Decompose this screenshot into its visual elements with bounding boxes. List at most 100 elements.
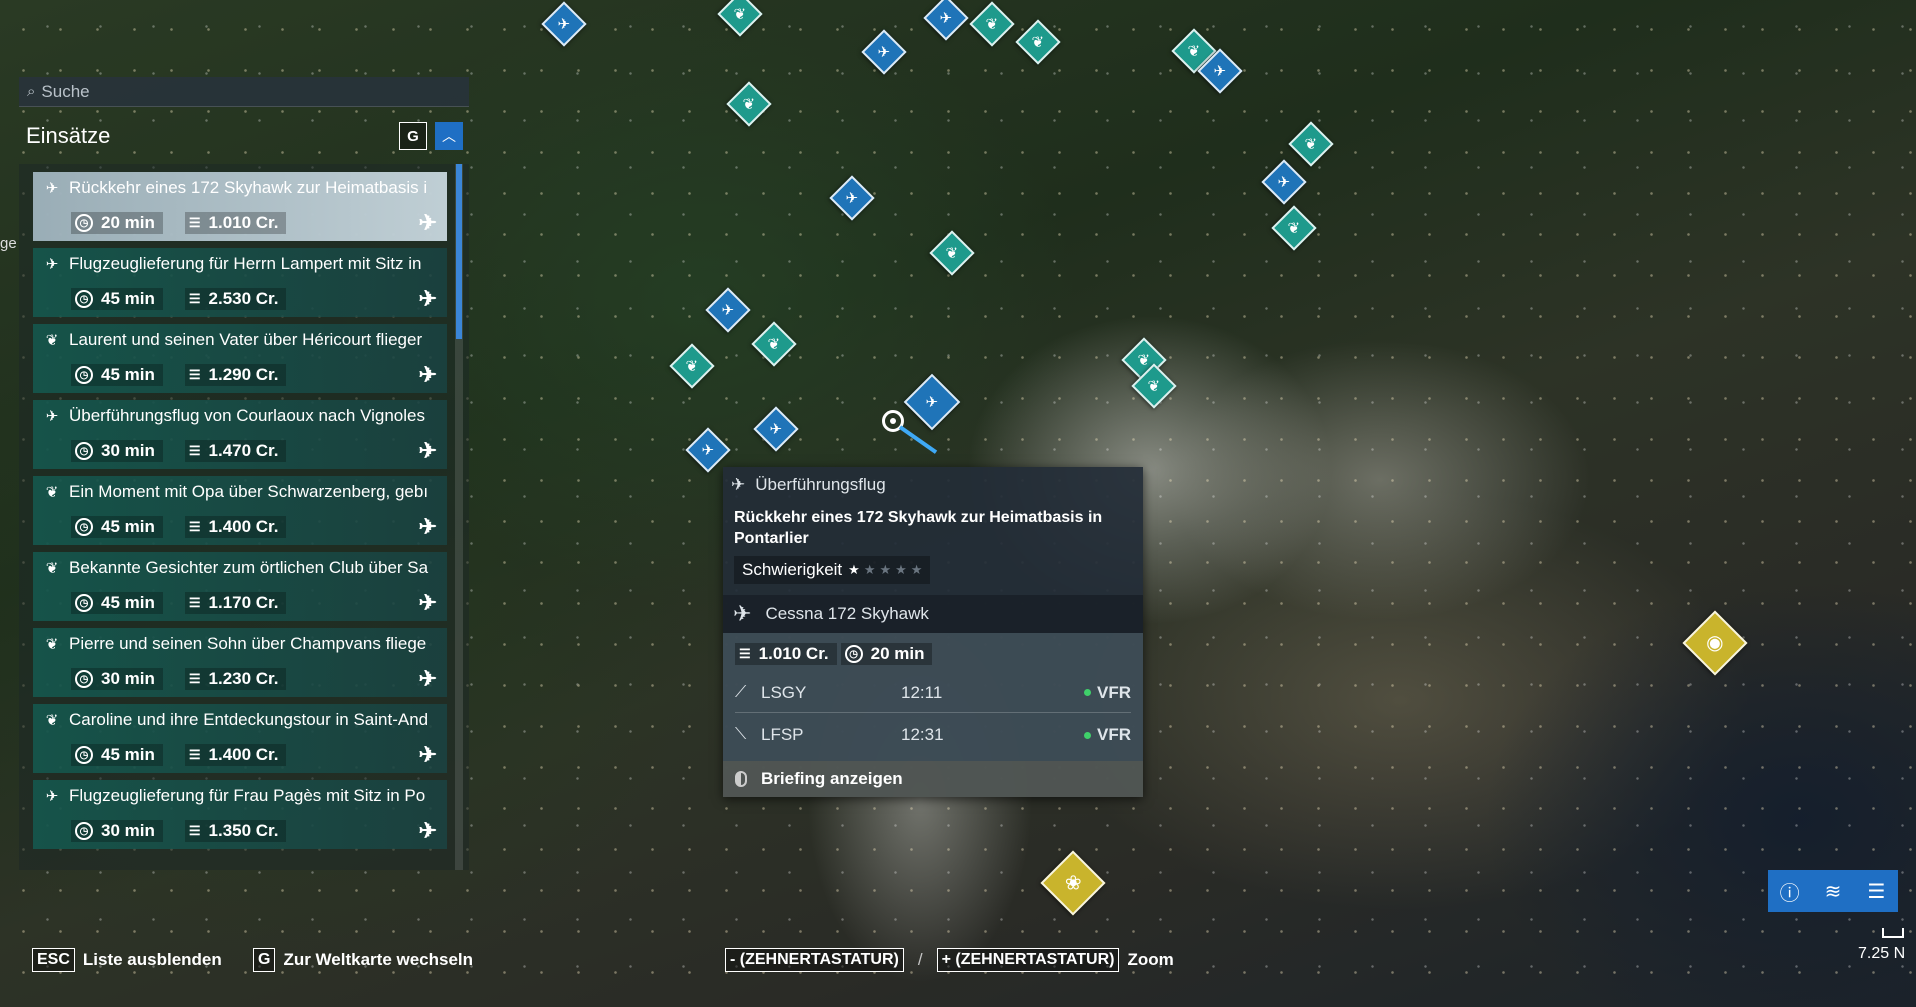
leaf-icon: ❦ <box>1147 377 1161 395</box>
filter-icon[interactable]: ☰ <box>1861 879 1891 904</box>
mission-duration: 30 min <box>101 441 155 460</box>
clock-icon: ◷ <box>75 214 93 232</box>
search-input[interactable] <box>41 81 442 102</box>
mission-list-item[interactable]: ✈ Flugzeuglieferung für Herrn Lampert mit… <box>33 248 447 317</box>
airplane-icon: ✈ <box>418 666 437 691</box>
mission-duration: 45 min <box>101 365 155 384</box>
airplane-icon: ✈ <box>418 362 437 387</box>
zoom-in-key[interactable]: + (ZEHNERTASTATUR) <box>936 948 1120 972</box>
leaf-icon: ❦ <box>1287 219 1301 237</box>
zoom-hint[interactable]: - (ZEHNERTASTATUR) / + (ZEHNERTASTATUR) … <box>725 948 1174 972</box>
mission-credits: 1.290 Cr. <box>208 365 279 384</box>
coins-icon: ☰ <box>188 443 201 458</box>
leaf-icon: ❦ <box>1304 135 1318 153</box>
mission-duration: 45 min <box>101 593 155 612</box>
coins-icon: ☰ <box>739 646 751 661</box>
mission-credits: 1.350 Cr. <box>208 821 279 840</box>
layers-icon[interactable]: ≋ <box>1818 879 1848 904</box>
popup-type-label: Überführungsflug <box>755 475 886 494</box>
status-dot <box>1084 731 1091 739</box>
mission-list[interactable]: ✈ Rückkehr eines 172 Skyhawk zur Heimatba… <box>19 164 469 870</box>
mission-list-item[interactable]: ❦ Laurent und seinen Vater über Héricourt… <box>33 324 447 393</box>
credits-pill: ☰ 1.290 Cr. <box>184 364 287 386</box>
hand-plane-icon: ✈ <box>557 15 571 33</box>
collapse-button[interactable]: ︿ <box>435 122 463 150</box>
world-map-hint[interactable]: G Zur Weltkarte wechseln <box>253 948 473 972</box>
arrival-time: 12:31 <box>901 725 944 744</box>
leaf-icon: ❦ <box>945 244 959 262</box>
duration-pill: ◷ 45 min <box>71 364 163 386</box>
star-icon: ★ <box>895 562 907 577</box>
flight-details: ☰ 1.010 Cr. ◷ 20 min ⟋ LSGY 12:11 VFR ⟍ LF… <box>723 633 1143 761</box>
info-icon[interactable]: ⓘ <box>1775 877 1805 906</box>
leaf-icon: ❦ <box>733 5 747 23</box>
mission-duration: 30 min <box>101 821 155 840</box>
mission-title: Pierre und seinen Sohn über Champvans fl… <box>69 634 427 653</box>
hand-plane-icon: ✈ <box>1213 62 1227 80</box>
mission-title: Ein Moment mit Opa über Schwarzenberg, g… <box>69 482 429 501</box>
duration-pill: ◷ 30 min <box>71 440 163 462</box>
airplane-icon: ✈ <box>418 286 437 311</box>
arrival-code: LFSP <box>761 725 804 744</box>
search-icon: ⌕ <box>27 83 36 100</box>
airplane-icon: ✈ <box>733 601 752 626</box>
leaf-icon: ❦ <box>742 95 756 113</box>
clock-icon: ◷ <box>75 746 93 764</box>
clock-icon: ◷ <box>75 518 93 536</box>
difficulty-label: Schwierigkeit <box>742 560 843 579</box>
mission-duration: 45 min <box>101 517 155 536</box>
hand-plane-icon: ✈ <box>877 43 891 61</box>
departure-time: 12:11 <box>901 682 943 702</box>
missions-header: Einsätze G ︿ <box>19 118 469 154</box>
leaf-icon: ❦ <box>767 335 781 353</box>
duration-pill: ◷ 45 min <box>71 516 163 538</box>
map-toolbar: ⓘ ≋ ☰ <box>1768 870 1898 912</box>
panel-title: Einsätze <box>26 123 111 148</box>
clock-icon: ◷ <box>75 290 93 308</box>
takeoff-icon: ⟋ <box>735 683 747 701</box>
leaf-icon: ❦ <box>1187 42 1201 60</box>
mission-title: Überführungsflug von Courlaoux nach Vign… <box>69 406 425 425</box>
duration-pill: ◷ 45 min <box>71 288 163 310</box>
scrollbar-thumb[interactable] <box>456 164 462 339</box>
departure-code: LSGY <box>761 682 807 702</box>
mission-title: Rückkehr eines 172 Skyhawk zur Heimatbas… <box>69 178 428 197</box>
clock-icon: ◷ <box>75 822 93 840</box>
credits-pill: ☰ 1.400 Cr. <box>184 516 287 538</box>
mission-list-item[interactable]: ❦ Bekannte Gesichter zum örtlichen Club ü… <box>33 552 447 621</box>
coins-icon: ☰ <box>188 671 201 686</box>
popup-title: Rückkehr eines 172 Skyhawk zur Heimatbas… <box>734 509 1103 547</box>
aircraft-name: Cessna 172 Skyhawk <box>765 604 929 623</box>
airplane-icon: ✈ <box>418 590 437 615</box>
coins-icon: ☰ <box>188 595 201 610</box>
airplane-icon: ✈ <box>418 210 437 235</box>
mission-list-item[interactable]: ✈ Flugzeuglieferung für Frau Pagès mit Si… <box>33 780 447 849</box>
briefing-button[interactable]: Briefing anzeigen <box>723 761 1143 797</box>
mission-list-item[interactable]: ❦ Ein Moment mit Opa über Schwarzenberg, … <box>33 476 447 545</box>
status-dot <box>1084 689 1091 696</box>
duration-pill: ◷ 20 min <box>71 212 163 234</box>
star-icon: ★ <box>863 562 876 577</box>
zoom-out-key[interactable]: - (ZEHNERTASTATUR) <box>725 948 904 972</box>
hide-list-hint[interactable]: ESC Liste ausblenden <box>32 948 222 972</box>
airplane-icon: ✈ <box>418 742 437 767</box>
search-bar[interactable]: ⌕ <box>19 77 469 107</box>
leaf-icon: ❦ <box>45 636 59 653</box>
g-label: Zur Weltkarte wechseln <box>283 950 474 969</box>
airplane-icon: ✈ <box>418 818 437 843</box>
leaf-icon: ❦ <box>685 357 699 375</box>
g-key-button[interactable]: G <box>399 122 427 150</box>
mission-list-item[interactable]: ✈ Rückkehr eines 172 Skyhawk zur Heimatba… <box>33 172 447 241</box>
aircraft-row: ✈ Cessna 172 Skyhawk <box>723 595 1143 633</box>
clock-icon: ◷ <box>844 645 863 663</box>
mission-list-item[interactable]: ❦ Pierre und seinen Sohn über Champvans f… <box>33 628 447 697</box>
credits-pill: ☰ 1.170 Cr. <box>184 592 287 614</box>
mission-list-item[interactable]: ❦ Caroline und ihre Entdeckungstour in Sa… <box>33 704 447 773</box>
mission-duration: 45 min <box>101 289 155 308</box>
mission-list-item[interactable]: ✈ Überführungsflug von Courlaoux nach Vig… <box>33 400 447 469</box>
arrival-row: ⟍ LFSP 12:31 VFR <box>735 715 1131 755</box>
esc-label: Liste ausblenden <box>82 950 222 969</box>
star-icon: ★ <box>848 562 860 577</box>
delivery-icon: ✈ <box>45 408 59 425</box>
credits-pill: ☰ 1.400 Cr. <box>184 744 287 766</box>
